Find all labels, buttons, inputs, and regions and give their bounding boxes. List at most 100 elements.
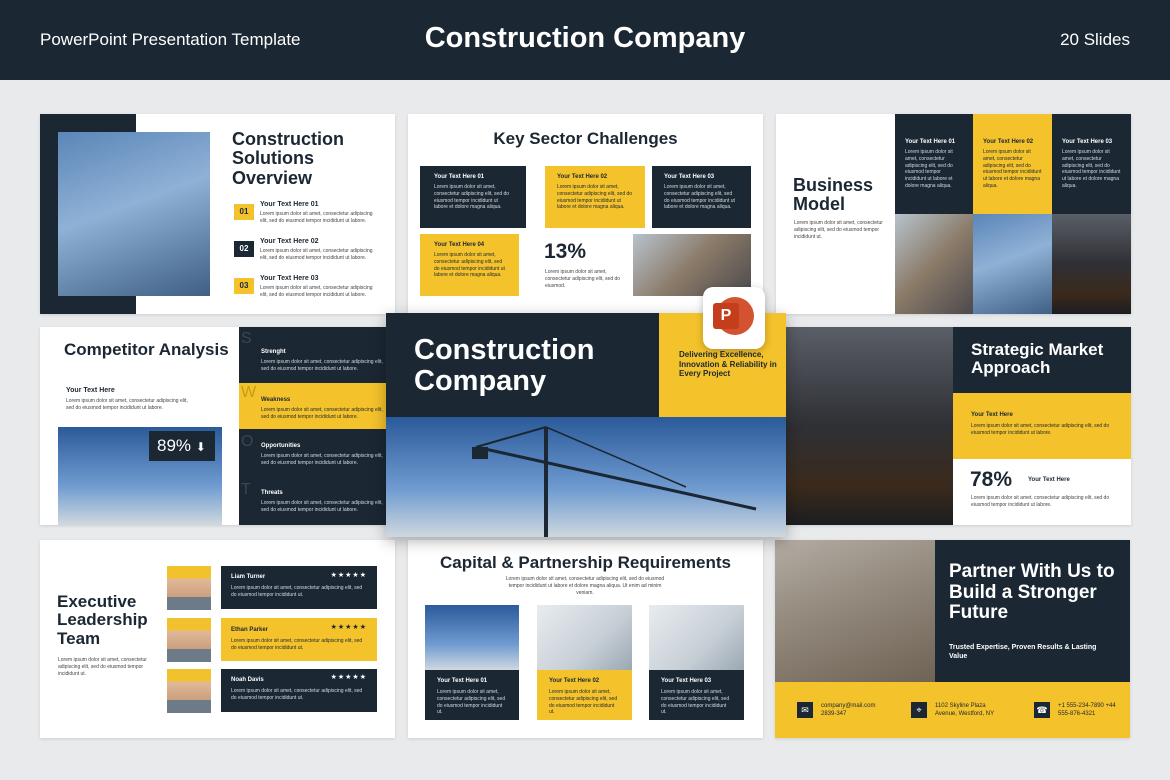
header-title: Construction Company xyxy=(424,22,746,54)
crane-silhouette xyxy=(472,426,757,537)
slide8-card-01: Your Text Here 01 Lorem ipsum dolor sit … xyxy=(425,670,519,720)
swot-text-o: Lorem ipsum dolor sit amet, consectetur … xyxy=(261,453,383,466)
slide2-card-01: Your Text Here 01 Lorem ipsum dolor sit … xyxy=(420,166,526,228)
header-bar: PowerPoint Presentation Template Constru… xyxy=(0,0,1170,80)
powerpoint-icon[interactable]: P xyxy=(703,287,765,349)
slide-partner-with-us[interactable]: Partner With Us to Build a Stronger Futu… xyxy=(775,540,1130,738)
contact-address: 1102 Skyline Plaza Avenue, Westford, NY xyxy=(935,703,995,718)
member-text: Lorem ipsum dolor sit amet, consectetur … xyxy=(231,688,363,701)
slide8-card-text-03: Lorem ipsum dolor sit amet, consectetur … xyxy=(661,689,730,716)
slide6-title-block: Strategic Market Approach xyxy=(953,327,1131,393)
slide2-stat-text: Lorem ipsum dolor sit amet, consectetur … xyxy=(545,269,621,289)
powerpoint-icon-letter: P xyxy=(713,303,739,329)
member-card-liam: Liam Turner ★★★★★ Lorem ipsum dolor sit … xyxy=(221,566,377,609)
slide8-card-02: Your Text Here 02 Lorem ipsum dolor sit … xyxy=(537,670,632,720)
slide3-photo-03 xyxy=(1052,214,1131,314)
swot-label-s: Strenght xyxy=(261,349,286,355)
slide1-title: Construction Solutions Overview xyxy=(232,129,344,188)
slide4-swot-o: O Opportunities Lorem ipsum dolor sit am… xyxy=(239,429,395,475)
slide1-badge-01: 01 xyxy=(234,204,254,220)
slide9-subtitle: Trusted Expertise, Proven Results & Last… xyxy=(949,644,1097,660)
slide5-title: Construction Company xyxy=(414,334,595,398)
slide2-title: Key Sector Challenges xyxy=(493,129,678,148)
slide-capital-partnership[interactable]: Capital & Partnership Requirements Lorem… xyxy=(408,540,763,738)
slide9-title: Partner With Us to Build a Stronger Futu… xyxy=(949,561,1115,624)
swot-letter-s: S xyxy=(241,330,252,347)
slide6-stat-text: Lorem ipsum dolor sit amet, consectetur … xyxy=(971,495,1110,508)
slide6-label: Your Text Here xyxy=(971,412,1013,418)
slide2-card-04: Your Text Here 04 Lorem ipsum dolor sit … xyxy=(420,234,519,296)
slide1-badge-03: 03 xyxy=(234,278,254,294)
slide8-title: Capital & Partnership Requirements xyxy=(440,553,731,572)
rating-stars-icon: ★★★★★ xyxy=(330,572,367,579)
slide2-card-text-02: Lorem ipsum dolor sit amet, consectetur … xyxy=(557,184,633,211)
slide4-text: Lorem ipsum dolor sit amet, consectetur … xyxy=(66,398,188,411)
swot-label-w: Weakness xyxy=(261,397,291,403)
slide4-swot-w: W Weakness Lorem ipsum dolor sit amet, c… xyxy=(239,383,395,429)
slide3-col-label-02: Your Text Here 02 xyxy=(983,139,1034,145)
swot-text-s: Lorem ipsum dolor sit amet, consectetur … xyxy=(261,359,383,372)
slide-leadership-team[interactable]: Executive Leadership Team Lorem ipsum do… xyxy=(40,540,395,738)
contact-email[interactable]: company@mail.com 2839-347 xyxy=(821,702,889,718)
slide8-photo-01 xyxy=(425,605,519,670)
slide2-card-label-04: Your Text Here 04 xyxy=(434,242,485,248)
slide2-card-text-03: Lorem ipsum dolor sit amet, consectetur … xyxy=(664,184,735,211)
slide7-text: Lorem ipsum dolor sit amet, consectetur … xyxy=(58,657,147,677)
slide2-card-label-01: Your Text Here 01 xyxy=(434,174,485,180)
slide3-col-01: Your Text Here 01 Lorem ipsum dolor sit … xyxy=(895,114,973,214)
slide2-card-02: Your Text Here 02 Lorem ipsum dolor sit … xyxy=(545,166,645,228)
swot-letter-t: T xyxy=(241,481,251,498)
slide-key-sector-challenges[interactable]: Key Sector Challenges Your Text Here 01 … xyxy=(408,114,763,314)
slide1-badge-02: 02 xyxy=(234,241,254,257)
contact-phone[interactable]: +1 555-234-7890 +44 555-876-4321 xyxy=(1058,702,1122,718)
slide6-stat: 78% xyxy=(970,468,1013,491)
avatar xyxy=(167,669,211,713)
slide6-yellow-block: Your Text Here Lorem ipsum dolor sit ame… xyxy=(953,393,1131,459)
swot-label-t: Threats xyxy=(261,490,283,496)
slide8-photo-03 xyxy=(649,605,744,670)
slide4-subtitle: Your Text Here xyxy=(66,387,115,394)
member-text: Lorem ipsum dolor sit amet, consectetur … xyxy=(231,638,363,651)
slide3-col-label-01: Your Text Here 01 xyxy=(905,139,956,145)
slide8-card-label-01: Your Text Here 01 xyxy=(437,678,488,684)
mail-icon: ✉ xyxy=(797,702,813,718)
slide-business-model[interactable]: Business Model Lorem ipsum dolor sit ame… xyxy=(776,114,1131,314)
slide9-title-block: Partner With Us to Build a Stronger Futu… xyxy=(935,540,1130,682)
slide3-title: Business Model xyxy=(793,175,874,215)
swot-label-o: Opportunities xyxy=(261,443,301,449)
slide3-col-text-01: Lorem ipsum dolor sit amet, consectetur … xyxy=(905,149,953,189)
member-card-ethan: Ethan Parker ★★★★★ Lorem ipsum dolor sit… xyxy=(221,618,377,661)
slide-strategic-market[interactable]: Strategic Market Approach Your Text Here… xyxy=(776,327,1131,525)
slide5-tagline: Delivering Excellence, Innovation & Reli… xyxy=(679,350,777,379)
slide8-text: Lorem ipsum dolor sit amet, consectetur … xyxy=(505,576,665,596)
slide2-card-label-02: Your Text Here 02 xyxy=(557,174,608,180)
slide3-col-label-03: Your Text Here 03 xyxy=(1062,139,1113,145)
slide4-swot-t: T Threats Lorem ipsum dolor sit amet, co… xyxy=(239,475,395,525)
slide6-text: Lorem ipsum dolor sit amet, consectetur … xyxy=(971,423,1110,436)
slide3-photo-02 xyxy=(973,214,1052,314)
rating-stars-icon: ★★★★★ xyxy=(330,674,367,681)
slide2-card-03: Your Text Here 03 Lorem ipsum dolor sit … xyxy=(652,166,751,228)
slide1-item-label-02: Your Text Here 02 xyxy=(260,238,319,245)
member-name: Noah Davis xyxy=(231,677,264,683)
slide2-card-label-03: Your Text Here 03 xyxy=(664,174,715,180)
swot-text-t: Lorem ipsum dolor sit amet, consectetur … xyxy=(261,500,383,513)
slide5-crane-photo xyxy=(386,417,786,537)
slide3-col-text-03: Lorem ipsum dolor sit amet, consectetur … xyxy=(1062,149,1121,189)
slide1-crane-photo xyxy=(58,132,210,296)
arrow-down-icon: ⬇ xyxy=(195,440,206,454)
slide2-stat: 13% xyxy=(544,240,587,263)
slide8-photo-02 xyxy=(537,605,632,670)
slide4-stat: 89% xyxy=(157,436,192,455)
slide8-card-03: Your Text Here 03 Lorem ipsum dolor sit … xyxy=(649,670,744,720)
slide7-title: Executive Leadership Team xyxy=(57,592,148,648)
slide1-item-text-03: Lorem ipsum dolor sit amet, consectetur … xyxy=(260,285,373,298)
member-name: Ethan Parker xyxy=(231,627,269,633)
member-name: Liam Turner xyxy=(231,574,266,580)
slide-solutions-overview[interactable]: Construction Solutions Overview 01 Your … xyxy=(40,114,395,314)
avatar xyxy=(167,618,211,662)
slide3-text: Lorem ipsum dolor sit amet, consectetur … xyxy=(794,220,883,240)
slide1-item-label-01: Your Text Here 01 xyxy=(260,201,319,208)
slide-competitor-analysis[interactable]: Competitor Analysis Your Text Here Lorem… xyxy=(40,327,395,525)
member-text: Lorem ipsum dolor sit amet, consectetur … xyxy=(231,585,363,598)
